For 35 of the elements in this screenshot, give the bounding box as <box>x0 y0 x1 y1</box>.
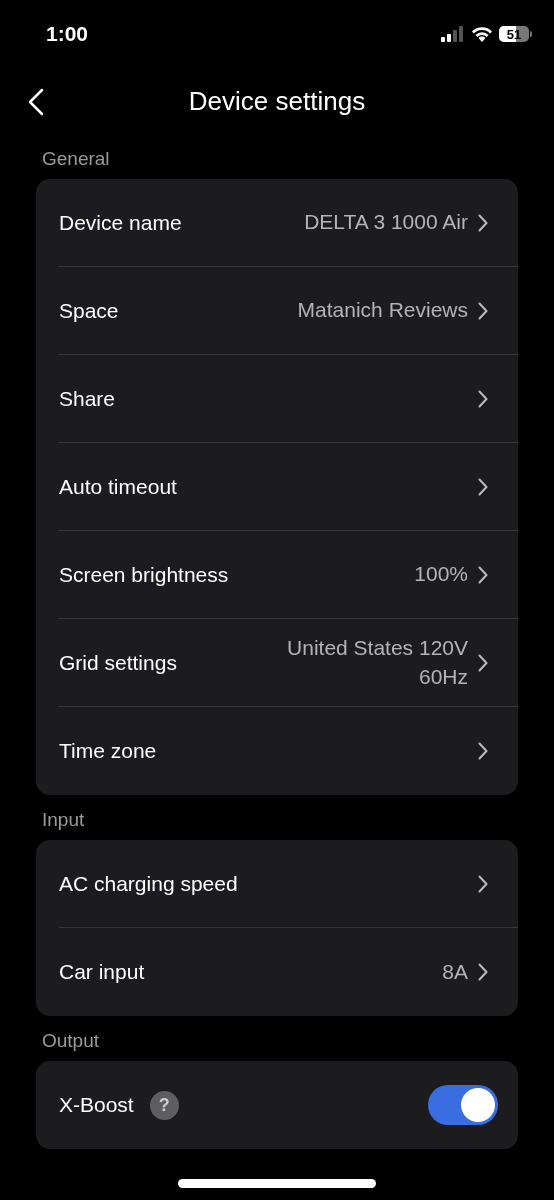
settings-row[interactable]: Auto timeout <box>59 443 518 531</box>
setting-value: DELTA 3 1000 Air <box>304 209 468 236</box>
setting-value: 8A <box>442 958 468 985</box>
settings-row[interactable]: Device name DELTA 3 1000 Air <box>59 179 518 267</box>
setting-label: X-Boost <box>59 1093 134 1117</box>
settings-row[interactable]: Time zone <box>59 707 518 795</box>
toggle-switch[interactable] <box>428 1085 498 1125</box>
help-icon[interactable]: ? <box>149 1090 179 1120</box>
chevron-icon <box>478 742 488 760</box>
chevron-icon <box>478 565 488 584</box>
setting-value: 100% <box>414 561 468 588</box>
section-header: Input <box>41 808 86 832</box>
chevron-icon <box>478 301 488 320</box>
section-header: General <box>41 147 111 171</box>
setting-value: Matanich Reviews <box>297 297 468 324</box>
section-header: Output <box>41 1029 101 1053</box>
settings-row[interactable]: Car input 8A <box>59 928 518 1016</box>
wifi-icon <box>471 26 493 42</box>
signal-icon <box>441 26 465 42</box>
chevron-icon <box>478 389 488 408</box>
chevron-icon <box>478 477 488 496</box>
chevron-icon <box>478 874 488 893</box>
settings-row[interactable]: Space Matanich Reviews <box>59 267 518 355</box>
chevron-icon <box>478 653 488 672</box>
status-time: 1:00 <box>46 22 90 46</box>
settings-row[interactable]: AC charging speed <box>59 840 518 928</box>
chevron-icon <box>478 213 488 232</box>
back-icon[interactable] <box>28 88 44 116</box>
settings-row[interactable]: Screen brightness 100% <box>59 531 518 619</box>
page-title: Device settings <box>188 85 366 117</box>
settings-row[interactable]: Grid settings United States 120V 60Hz <box>59 619 518 707</box>
setting-value: United States 120V 60Hz <box>287 635 468 690</box>
chevron-icon <box>478 963 488 981</box>
settings-row[interactable]: Share <box>59 355 518 443</box>
battery-icon: 51 <box>499 26 532 42</box>
